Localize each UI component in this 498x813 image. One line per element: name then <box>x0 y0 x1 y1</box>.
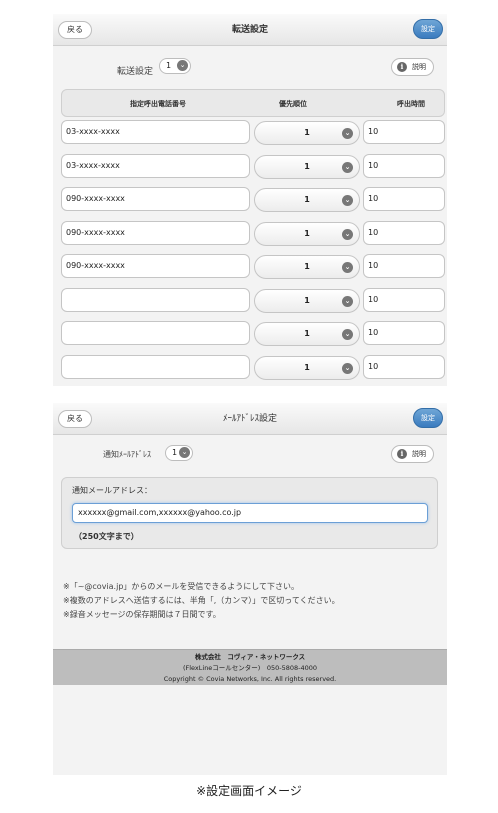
priority-select[interactable]: 1 ⌄ <box>254 188 360 212</box>
mail-address-label: 通知メールアドレス： <box>72 486 152 495</box>
mail-setting-value: 1 <box>172 448 178 457</box>
table-row: 03-xxxx-xxxx 1 ⌄ 10 <box>61 120 445 145</box>
help-button[interactable]: i 説明 <box>391 445 434 463</box>
table-row: 03-xxxx-xxxx 1 ⌄ 10 <box>61 153 445 179</box>
chevron-down-icon: ⌄ <box>342 262 353 273</box>
phone-number-input[interactable] <box>61 354 250 379</box>
priority-select[interactable]: 1 ⌄ <box>254 355 360 380</box>
priority-value: 1 <box>304 161 310 171</box>
priority-value: 1 <box>304 329 310 338</box>
forwarding-setting-row: 転送設定 1 ⌄ i 説明 <box>53 46 447 82</box>
chevron-down-icon: ⌄ <box>342 295 353 307</box>
page-title: 転送設定 <box>231 25 268 35</box>
forwarding-setting-label: 転送設定 <box>117 67 154 77</box>
phone-number-input[interactable]: 03-xxxx-xxxx <box>61 120 250 144</box>
footer-copyright: Copyright © Covia Networks, Inc. All rig… <box>163 675 337 683</box>
page-title: ﾒｰﾙｱﾄﾞﾚｽ設定 <box>222 414 277 424</box>
ring-time-input[interactable]: 10 <box>363 254 445 278</box>
phone-number-input[interactable]: 03-xxxx-xxxx <box>61 153 250 178</box>
mail-address-hint: （250文字まで） <box>74 532 139 541</box>
mail-address-panel: 通知メールアドレス： xxxxxx@gmail.com,xxxxxx@yahoo… <box>61 477 438 549</box>
navbar: 戻る ﾒｰﾙｱﾄﾞﾚｽ設定 設定 <box>53 403 447 435</box>
mail-setting-select[interactable]: 1 ⌄ <box>165 445 193 461</box>
priority-value: 1 <box>304 362 310 372</box>
chevron-down-icon: ⌄ <box>342 128 353 139</box>
chevron-down-icon: ⌄ <box>342 329 353 340</box>
mail-setting-row: 通知ﾒｰﾙｱﾄﾞﾚｽ 1 ⌄ i 説明 <box>53 435 447 471</box>
note-item: ※録音メッセージの保存期間は７日間です。 <box>63 610 221 619</box>
phone-number-input[interactable] <box>61 321 250 345</box>
save-button[interactable]: 設定 <box>413 408 443 428</box>
phone-number-input[interactable]: 090-xxxx-xxxx <box>61 187 250 211</box>
save-button[interactable]: 設定 <box>413 19 443 39</box>
table-row: 090-xxxx-xxxx 1 ⌄ 10 <box>61 187 445 212</box>
chevron-down-icon: ⌄ <box>342 228 353 240</box>
table-row: 090-xxxx-xxxx 1 ⌄ 10 <box>61 254 445 279</box>
table-row: 090-xxxx-xxxx 1 ⌄ 10 <box>61 220 445 246</box>
column-time-header: 呼出時間 <box>397 100 425 108</box>
footer-call-center: (FlexLineコールセンター) 050-5808-4000 <box>182 664 318 672</box>
column-priority-header: 優先順位 <box>279 100 307 108</box>
table-row: 1 ⌄ 10 <box>61 354 445 380</box>
priority-value: 1 <box>304 228 310 238</box>
ring-time-input[interactable]: 10 <box>363 153 445 178</box>
table-header: 指定呼出電話番号 優先順位 呼出時間 <box>61 89 445 117</box>
priority-value: 1 <box>304 295 310 305</box>
forwarding-settings-screen: 戻る 転送設定 設定 転送設定 1 ⌄ i 説明 指定呼出電話番号 優先順位 呼… <box>53 14 447 386</box>
help-button[interactable]: i 説明 <box>391 58 434 76</box>
navbar: 戻る 転送設定 設定 <box>53 14 447 46</box>
ring-time-input[interactable]: 10 <box>363 220 445 245</box>
note-item: ※複数のアドレスへ送信するには、半角「,（カンマ）」で区切ってください。 <box>63 596 340 605</box>
priority-value: 1 <box>304 128 310 137</box>
ring-time-input[interactable]: 10 <box>363 120 445 144</box>
help-label: 説明 <box>412 63 426 71</box>
info-icon: i <box>397 449 407 459</box>
ring-time-input[interactable]: 10 <box>363 321 445 345</box>
priority-select[interactable]: 1 ⌄ <box>254 322 360 346</box>
chevron-down-icon: ⌄ <box>177 60 188 71</box>
priority-value: 1 <box>304 195 310 204</box>
note-item: ※「~@covia.jp」からのメールを受信できるようにして下さい。 <box>63 582 299 591</box>
phone-number-input[interactable]: 090-xxxx-xxxx <box>61 220 250 245</box>
phone-number-input[interactable]: 090-xxxx-xxxx <box>61 254 250 278</box>
priority-select[interactable]: 1 ⌄ <box>254 288 360 313</box>
ring-time-input[interactable]: 10 <box>363 187 445 211</box>
forwarding-setting-select[interactable]: 1 ⌄ <box>159 58 191 74</box>
forwarding-setting-value: 1 <box>166 61 172 70</box>
priority-select[interactable]: 1 ⌄ <box>254 154 360 179</box>
priority-value: 1 <box>304 262 310 271</box>
chevron-down-icon: ⌄ <box>179 447 190 458</box>
chevron-down-icon: ⌄ <box>342 161 353 173</box>
ring-time-input[interactable]: 10 <box>363 287 445 312</box>
chevron-down-icon: ⌄ <box>342 362 353 374</box>
caption: ※設定画面イメージ <box>196 784 302 798</box>
priority-select[interactable]: 1 ⌄ <box>254 255 360 279</box>
footer-company: 株式会社 コヴィア・ネットワークス <box>194 653 306 661</box>
table-row: 1 ⌄ 10 <box>61 321 445 346</box>
help-label: 説明 <box>412 450 426 458</box>
phone-number-input[interactable] <box>61 287 250 312</box>
chevron-down-icon: ⌄ <box>342 195 353 206</box>
priority-select[interactable]: 1 ⌄ <box>254 221 360 246</box>
table-row: 1 ⌄ 10 <box>61 287 445 313</box>
info-icon: i <box>397 62 407 72</box>
mail-settings-screen: 戻る ﾒｰﾙｱﾄﾞﾚｽ設定 設定 通知ﾒｰﾙｱﾄﾞﾚｽ 1 ⌄ i 説明 通知メ… <box>53 403 447 775</box>
mail-setting-label: 通知ﾒｰﾙｱﾄﾞﾚｽ <box>103 450 151 459</box>
notes: ※「~@covia.jp」からのメールを受信できるようにして下さい。 ※複数のア… <box>63 580 340 622</box>
mail-address-input[interactable]: xxxxxx@gmail.com,xxxxxx@yahoo.co.jp <box>72 503 428 523</box>
column-phone-header: 指定呼出電話番号 <box>130 100 186 108</box>
footer: 株式会社 コヴィア・ネットワークス (FlexLineコールセンター) 050-… <box>53 649 447 685</box>
priority-select[interactable]: 1 ⌄ <box>254 121 360 145</box>
ring-time-input[interactable]: 10 <box>363 354 445 379</box>
